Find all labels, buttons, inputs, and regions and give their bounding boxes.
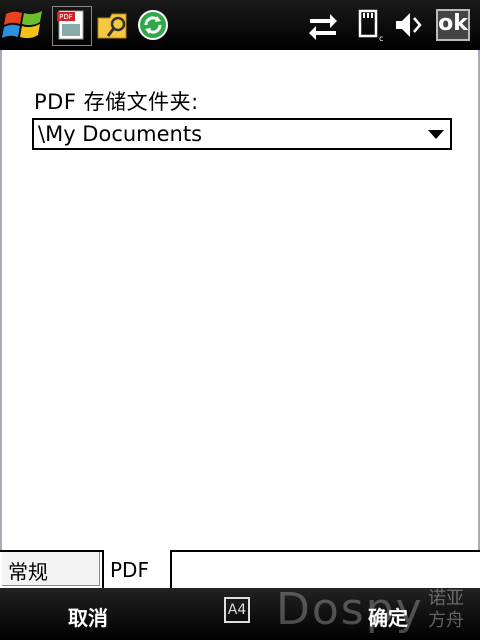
svg-text:c: c (379, 34, 383, 42)
folder-dropdown-value: \My Documents (38, 122, 203, 146)
pdf-app-icon[interactable]: PDF (54, 8, 88, 42)
sync-icon[interactable] (136, 8, 170, 42)
svg-text:PDF: PDF (59, 13, 73, 21)
page-size-icon[interactable]: A4 (224, 597, 250, 623)
watermark-cn: 诺亚 方舟 (428, 588, 472, 632)
tab-pdf[interactable]: PDF (102, 550, 172, 588)
folder-label: PDF 存储文件夹: (34, 90, 199, 114)
dropdown-arrow-icon[interactable] (428, 130, 444, 139)
tab-bar: 常规 PDF (0, 550, 480, 588)
status-bar: PDF c ok (0, 0, 480, 50)
folder-dropdown[interactable]: \My Documents (32, 118, 452, 150)
cancel-button[interactable]: 取消 (68, 602, 108, 631)
sd-card-icon[interactable]: c (352, 8, 386, 42)
watermark-cn-line1: 诺亚 (428, 588, 464, 609)
confirm-button[interactable]: 确定 (368, 602, 408, 631)
softkey-bar: Dospy 诺亚 方舟 取消 A4 确定 (0, 584, 480, 640)
tab-general[interactable]: 常规 (2, 552, 100, 586)
watermark-cn-line2: 方舟 (428, 610, 464, 631)
volume-muted-icon[interactable] (392, 8, 426, 42)
ok-button[interactable]: ok (436, 9, 470, 41)
windows-start-icon[interactable] (2, 6, 46, 44)
settings-panel: PDF 存储文件夹: \My Documents (0, 50, 480, 550)
connectivity-icon[interactable] (306, 8, 340, 42)
file-explorer-icon[interactable] (96, 8, 130, 42)
